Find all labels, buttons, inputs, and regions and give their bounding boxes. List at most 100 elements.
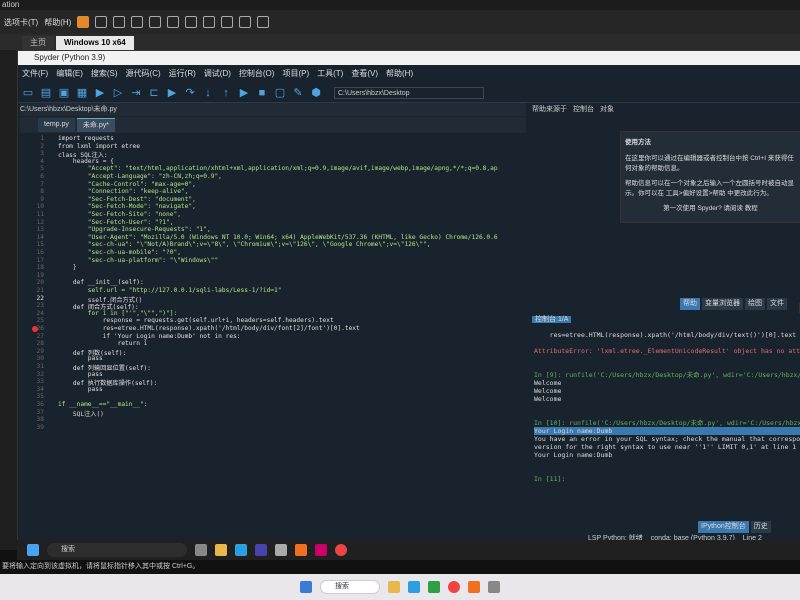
tab-windows10[interactable]: Windows 10 x64 — [56, 36, 134, 50]
code-line[interactable]: import requests — [58, 135, 114, 142]
menu-item[interactable]: 查看(V) — [351, 65, 378, 83]
working-directory-input[interactable]: C:\Users\hbzx\Desktop — [334, 86, 484, 99]
app-icon[interactable] — [315, 544, 327, 556]
code-line[interactable]: "Upgrade-Insecure-Requests": "1", — [58, 226, 211, 233]
tab-untitled-py[interactable]: 未命.py* — [76, 118, 115, 132]
menu-item[interactable]: 调试(D) — [204, 65, 231, 83]
chrome-icon[interactable] — [335, 544, 347, 556]
code-line[interactable]: "sec-ch-ua": "\"Not/A)Brand\";v=\"8\", \… — [58, 241, 431, 248]
host-start-icon[interactable] — [300, 581, 312, 593]
code-line[interactable]: "Cache-Control": "max-age=0", — [58, 181, 196, 188]
host-edge-icon[interactable] — [408, 581, 420, 593]
step-return-icon[interactable]: ↑ — [220, 87, 232, 99]
python-icon[interactable]: ⬢ — [310, 87, 322, 99]
step-icon[interactable]: ↷ — [184, 87, 196, 99]
edge-icon[interactable] — [235, 544, 247, 556]
menu-item[interactable]: 运行(R) — [169, 65, 196, 83]
new-file-icon[interactable]: ▭ — [22, 87, 34, 99]
open-file-icon[interactable]: ▤ — [40, 87, 52, 99]
tab-home[interactable]: 主页 — [22, 36, 54, 50]
restore-icon[interactable] — [131, 16, 144, 28]
snapshot-icon[interactable] — [95, 16, 108, 28]
host-chrome-icon[interactable] — [448, 581, 460, 593]
code-line[interactable]: "sec-ch-ua-platform": "\"Windows\"" — [58, 257, 218, 264]
code-line[interactable]: self.url = "http://127.0.0.1/sqli-labs/L… — [58, 287, 282, 294]
clock-icon[interactable] — [113, 16, 126, 28]
save-icon[interactable]: ▣ — [58, 87, 70, 99]
revert-icon[interactable] — [149, 16, 162, 28]
host-app-icon[interactable] — [428, 581, 440, 593]
code-line[interactable]: pass — [58, 386, 103, 393]
host-explorer-icon[interactable] — [388, 581, 400, 593]
tab-ipython-console[interactable]: IPython控制台 — [698, 521, 749, 533]
run-cell-icon[interactable]: ▷ — [112, 87, 124, 99]
menu-item[interactable]: 搜索(S) — [91, 65, 118, 83]
debug-icon[interactable]: ▶ — [166, 87, 178, 99]
stretch-icon[interactable] — [257, 16, 270, 28]
code-line[interactable]: "sec-ch-ua-mobile": "?0", — [58, 249, 181, 256]
tab-help[interactable]: 帮助 — [680, 298, 700, 310]
fullscreen-icon[interactable] — [203, 16, 216, 28]
code-line[interactable]: pass — [58, 355, 103, 362]
code-line[interactable]: if __name__=="__main__": — [58, 401, 147, 408]
code-line[interactable]: "Accept-Language": "zh-CN,zh;q=0.9", — [58, 173, 222, 180]
view-icon[interactable] — [167, 16, 180, 28]
terminal-icon[interactable] — [239, 16, 252, 28]
code-line[interactable]: "Sec-Fetch-Dest": "document", — [58, 196, 196, 203]
menu-item[interactable]: 文件(F) — [22, 65, 48, 83]
code-line[interactable]: "User-Agent": "Mozilla/5.0 (Windows NT 1… — [58, 234, 498, 241]
tab-variable-explorer[interactable]: 变量浏览器 — [702, 298, 743, 310]
code-line[interactable]: def __init__(self): — [58, 279, 144, 286]
step-into-icon[interactable]: ↓ — [202, 87, 214, 99]
tab-plots[interactable]: 绘图 — [745, 298, 765, 310]
windows-start-icon[interactable] — [27, 544, 39, 556]
media-icon[interactable] — [255, 544, 267, 556]
code-line[interactable]: headers = { — [58, 158, 114, 165]
pause-icon[interactable] — [77, 16, 90, 28]
code-line[interactable]: if 'Your Login name:Dumb' not in res: — [58, 333, 241, 340]
code-area[interactable]: 1 import requests 2 from lxml import etree 3… — [20, 135, 520, 530]
code-line[interactable]: pass — [58, 371, 103, 378]
guest-search-box[interactable]: 搜索 — [47, 543, 187, 557]
help-tutorial-link[interactable]: 第一次使用 Spyder? 请阅读 教程 — [625, 202, 796, 212]
split-icon[interactable] — [185, 16, 198, 28]
menu-item[interactable]: 控制台(O) — [239, 65, 275, 83]
menu-item[interactable]: 源代码(C) — [126, 65, 161, 83]
host-search-box[interactable]: 搜索 — [320, 580, 380, 594]
code-line[interactable]: SQL注入() — [58, 409, 104, 418]
preferences-icon[interactable]: ✎ — [292, 87, 304, 99]
breakpoint-icon[interactable] — [32, 325, 38, 332]
code-line[interactable]: "Connection": "keep-alive", — [58, 188, 189, 195]
code-line[interactable]: "Sec-Fetch-Site": "none", — [58, 211, 181, 218]
stop-icon[interactable]: ■ — [256, 87, 268, 99]
code-line[interactable]: return i — [58, 340, 148, 347]
vm-menu-tab[interactable]: 选项卡(T) — [4, 17, 38, 28]
code-line[interactable]: from lxml import etree — [58, 143, 140, 150]
save-all-icon[interactable]: ▦ — [76, 87, 88, 99]
continue-icon[interactable]: ▶ — [238, 87, 250, 99]
run-icon[interactable]: ▶ — [94, 87, 106, 99]
tab-console-1[interactable]: 控制台 1/A — [532, 316, 572, 323]
maximize-icon[interactable]: ▢ — [274, 87, 286, 99]
host-vmware-icon[interactable] — [488, 581, 500, 593]
code-line[interactable]: response = requests.get(self.url+i, head… — [58, 317, 334, 324]
vm-menu-help[interactable]: 帮助(H) — [44, 17, 71, 28]
menu-item[interactable]: 帮助(H) — [386, 65, 413, 83]
code-line[interactable]: "Accept": "text/html,application/xhtml+x… — [58, 165, 498, 172]
host-firefox-icon[interactable] — [468, 581, 480, 593]
help-source-select[interactable]: 控制台 — [573, 103, 594, 117]
code-line[interactable]: res=etree.HTML(response).xpath('/html/bo… — [58, 325, 360, 332]
tab-files[interactable]: 文件 — [767, 298, 787, 310]
run-selection-icon[interactable]: ⊏ — [148, 87, 160, 99]
task-view-icon[interactable] — [195, 544, 207, 556]
menu-item[interactable]: 编辑(E) — [56, 65, 83, 83]
store-icon[interactable] — [275, 544, 287, 556]
code-line[interactable]: for i in ["'","\"",")"]: — [58, 310, 177, 317]
menu-item[interactable]: 项目(P) — [282, 65, 309, 83]
run-cell-advance-icon[interactable]: ⇥ — [130, 87, 142, 99]
file-explorer-icon[interactable] — [215, 544, 227, 556]
unity-icon[interactable] — [221, 16, 234, 28]
code-line[interactable]: "Sec-Fetch-Mode": "navigate", — [58, 203, 196, 210]
menu-item[interactable]: 工具(T) — [317, 65, 343, 83]
tab-temp-py[interactable]: temp.py — [38, 118, 75, 132]
